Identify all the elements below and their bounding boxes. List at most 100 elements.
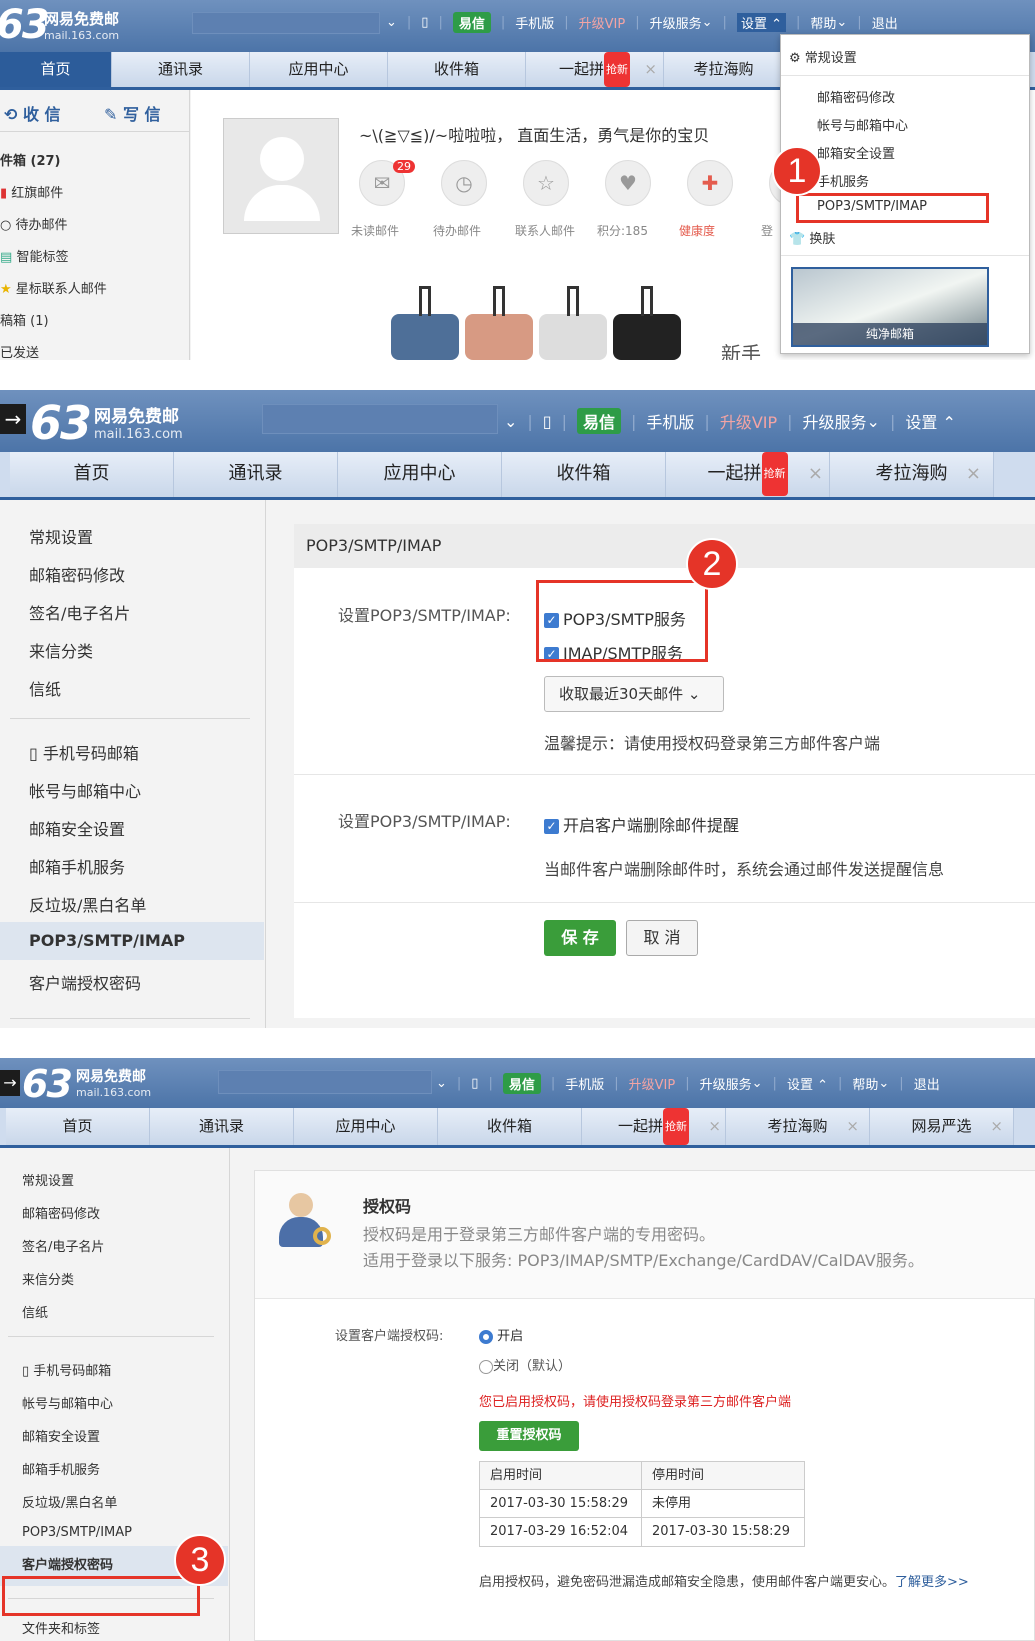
side-filter[interactable]: 来信分类 [22, 1269, 74, 1288]
avatar[interactable] [223, 118, 339, 234]
account-field[interactable] [218, 1070, 432, 1094]
health-icon[interactable]: ✚ [687, 160, 733, 206]
side-password[interactable]: 邮箱密码修改 [22, 1203, 100, 1222]
side-pop3-smtp-imap[interactable]: POP3/SMTP/IMAP [22, 1525, 132, 1540]
side-password[interactable]: 邮箱密码修改 [29, 562, 125, 586]
logo[interactable]: 63 [22, 1062, 73, 1106]
menu-account-center[interactable]: 帐号与邮箱中心 [817, 115, 908, 134]
side-folders-tags[interactable]: 文件夹和标签 [22, 1618, 100, 1637]
reset-auth-code-button[interactable]: 重置授权码 [479, 1421, 579, 1451]
chevron-down-icon[interactable]: ⌄ [386, 15, 397, 30]
shortcut-points[interactable]: 积分:185 [597, 222, 679, 239]
side-security[interactable]: 邮箱安全设置 [29, 816, 125, 840]
tab-inbox[interactable]: 收件箱 [438, 1108, 582, 1145]
menu-security[interactable]: 邮箱安全设置 [817, 143, 895, 162]
side-mobile-mailbox[interactable]: ▯ 手机号码邮箱 [29, 740, 139, 764]
side-account-center[interactable]: 帐号与邮箱中心 [29, 778, 141, 802]
shortcut-login[interactable]: 登 [761, 222, 781, 239]
tab-home[interactable]: 首页 [10, 452, 174, 497]
folder-star-contacts[interactable]: ★ 星标联系人邮件 [0, 278, 107, 297]
logo[interactable]: 63 [0, 2, 50, 48]
upgrade-link[interactable]: 升级服务 [803, 409, 867, 433]
tab-group[interactable]: 一起拼 抢新 × [526, 52, 664, 87]
notepad-icon[interactable]: ▯ [471, 1076, 478, 1091]
notepad-icon[interactable]: ▯ [421, 15, 428, 30]
tab-home[interactable]: 首页 [6, 1108, 150, 1145]
side-pop3-smtp-imap[interactable]: POP3/SMTP/IMAP [0, 922, 264, 960]
shortcut-todo[interactable]: 待办邮件 [433, 222, 515, 239]
tab-yanxuan[interactable]: 网易严选 × [870, 1108, 1014, 1145]
logo[interactable]: 63 [30, 396, 92, 450]
save-button[interactable]: 保 存 [544, 920, 616, 956]
collapse-arrow-icon[interactable]: → [0, 404, 26, 434]
side-stationery[interactable]: 信纸 [29, 676, 61, 700]
vip-link[interactable]: 升级VIP [720, 409, 777, 433]
side-account-center[interactable]: 帐号与邮箱中心 [22, 1393, 113, 1412]
compose-button[interactable]: ✎ 写 信 [104, 101, 161, 125]
settings-menu[interactable]: 设置 ⌃ [787, 1074, 828, 1093]
tab-inbox[interactable]: 收件箱 [388, 52, 526, 87]
auth-on-radio[interactable]: 开启 [479, 1325, 523, 1344]
tab-apps[interactable]: 应用中心 [250, 52, 388, 87]
side-signature[interactable]: 签名/电子名片 [22, 1236, 104, 1255]
settings-menu[interactable]: 设置 ⌃ [736, 13, 786, 32]
tab-kaola[interactable]: 考拉海购 × [830, 452, 994, 497]
tab-kaola[interactable]: 考拉海购 × [726, 1108, 870, 1145]
receive-button[interactable]: ⟲ 收 信 [4, 101, 61, 125]
side-filter[interactable]: 来信分类 [29, 638, 93, 662]
fetch-range-select[interactable]: 收取最近30天邮件 ⌄ [544, 676, 724, 712]
mobile-link[interactable]: 手机版 [646, 409, 694, 433]
luggage-banner[interactable] [391, 276, 691, 360]
clock-icon[interactable]: ◷ [441, 160, 487, 206]
tab-kaola[interactable]: 考拉海购 [664, 52, 784, 87]
close-icon[interactable]: × [846, 1108, 859, 1145]
chevron-down-icon[interactable]: ⌄ [436, 1076, 447, 1091]
chevron-down-icon[interactable]: ⌄ [504, 412, 517, 431]
close-icon[interactable]: × [990, 1108, 1003, 1145]
side-general[interactable]: 常规设置 [22, 1170, 74, 1189]
folder-todo[interactable]: ○ 待办邮件 [0, 214, 68, 233]
menu-general-settings[interactable]: ⚙ 常规设置 [789, 47, 857, 66]
side-mobile-service[interactable]: 邮箱手机服务 [29, 854, 125, 878]
collapse-arrow-icon[interactable]: → [0, 1070, 20, 1096]
side-antispam[interactable]: 反垃圾/黑白名单 [22, 1492, 117, 1511]
folder-drafts[interactable]: 稿箱 (1) [0, 310, 49, 329]
tab-contacts[interactable]: 通讯录 [174, 452, 338, 497]
close-icon[interactable]: × [966, 452, 981, 496]
logout-link[interactable]: 退出 [872, 13, 898, 32]
logout-link[interactable]: 退出 [914, 1074, 940, 1093]
tab-inbox[interactable]: 收件箱 [502, 452, 666, 497]
points-icon[interactable]: ♥ [605, 160, 651, 206]
side-auth-code[interactable]: 客户端授权密码 [29, 970, 141, 994]
tab-group[interactable]: 一起拼 抢新 × [666, 452, 830, 497]
help-link[interactable]: 帮助 [810, 13, 836, 32]
delete-notify-checkbox[interactable]: ✓ 开启客户端删除邮件提醒 [544, 812, 739, 836]
notepad-icon[interactable]: ▯ [543, 412, 552, 431]
close-icon[interactable]: × [808, 452, 823, 496]
cancel-button[interactable]: 取 消 [626, 920, 698, 956]
shortcut-contacts[interactable]: 联系人邮件 [515, 222, 597, 239]
close-icon[interactable]: × [644, 52, 657, 87]
settings-menu[interactable]: 设置 ⌃ [905, 409, 956, 433]
side-general[interactable]: 常规设置 [29, 524, 93, 548]
menu-skin[interactable]: 👕 换肤 [789, 228, 835, 247]
folder-inbox[interactable]: 件箱 (27) [0, 150, 61, 169]
shortcut-unread[interactable]: 未读邮件 [351, 222, 433, 239]
account-field[interactable] [262, 404, 498, 434]
mobile-link[interactable]: 手机版 [565, 1074, 604, 1093]
tab-contacts[interactable]: 通讯录 [112, 52, 250, 87]
side-mobile-mailbox[interactable]: ▯ 手机号码邮箱 [22, 1360, 111, 1379]
tab-contacts[interactable]: 通讯录 [150, 1108, 294, 1145]
yixin-link[interactable]: 易信 [452, 12, 491, 33]
mobile-link[interactable]: 手机版 [515, 13, 554, 32]
side-stationery[interactable]: 信纸 [22, 1302, 48, 1321]
upgrade-link[interactable]: 升级服务 [700, 1074, 752, 1093]
upgrade-link[interactable]: 升级服务 [650, 13, 702, 32]
side-signature[interactable]: 签名/电子名片 [29, 600, 130, 624]
tab-apps[interactable]: 应用中心 [294, 1108, 438, 1145]
side-antispam[interactable]: 反垃圾/黑白名单 [29, 892, 146, 916]
folder-sent[interactable]: 已发送 [0, 342, 39, 360]
tab-home[interactable]: 首页 [0, 52, 112, 87]
tab-apps[interactable]: 应用中心 [338, 452, 502, 497]
skin-preview[interactable]: 纯净邮箱 [791, 267, 989, 347]
